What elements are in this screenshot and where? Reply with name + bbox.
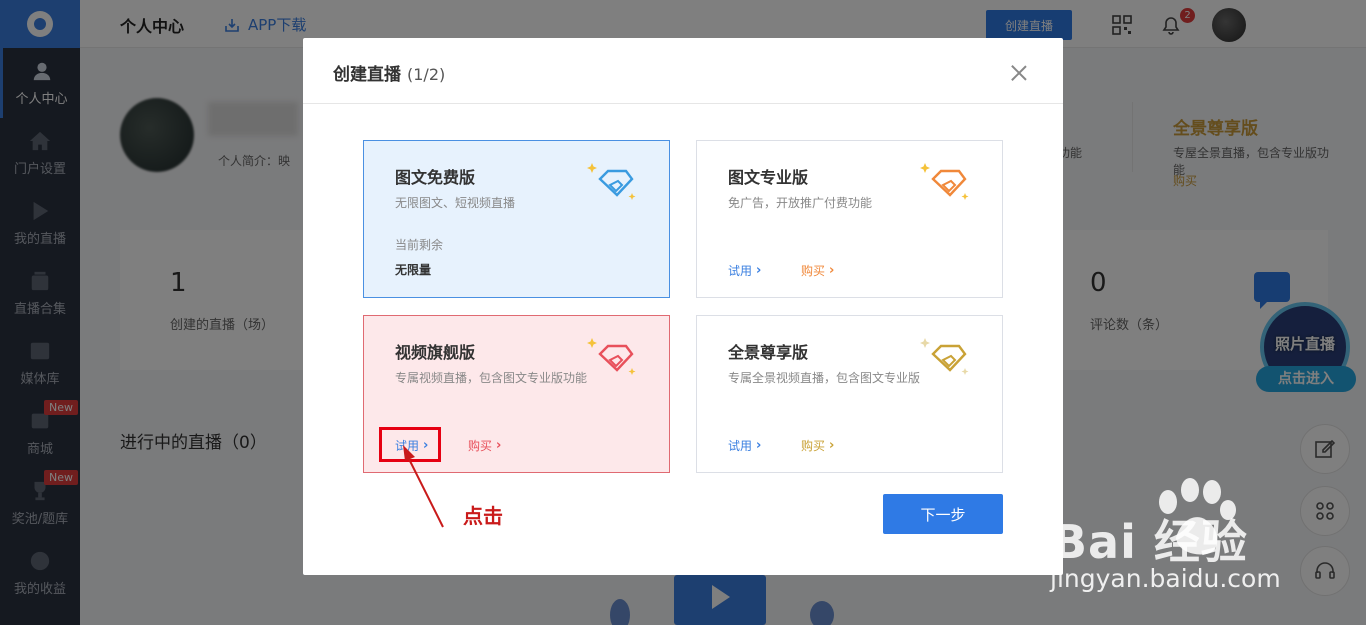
plan-title: 全景尊享版 [728, 343, 809, 362]
plan-card-pro[interactable]: 图文专业版 免广告，开放推广付费功能 试用 › 购买 › [696, 140, 1003, 298]
next-step-button[interactable]: 下一步 [883, 494, 1003, 534]
chevron-right-icon: › [756, 263, 762, 278]
chevron-right-icon: › [496, 438, 502, 453]
buy-label: 购买 [468, 439, 493, 453]
plan-desc: 免广告，开放推广付费功能 [728, 196, 873, 210]
close-icon[interactable] [1011, 65, 1027, 81]
modal-title: 创建直播 (1/2) [333, 60, 445, 85]
diamond-icon [587, 163, 636, 200]
plan-title: 图文免费版 [395, 168, 476, 187]
watermark-url: jingyan.baidu.com [1050, 564, 1281, 593]
baidu-jingyan-watermark: Bai 经验 jingyan.baidu.com [1040, 478, 1350, 608]
modal-header: 创建直播 (1/2) [303, 38, 1063, 104]
watermark-brand: Bai 经验 [1052, 515, 1248, 569]
annotation-label: 点击 [463, 504, 503, 528]
diamond-icon [920, 338, 969, 375]
buy-link[interactable]: 购买 › [801, 437, 834, 454]
annotation-arrow-icon [403, 445, 444, 528]
chevron-right-icon: › [829, 263, 835, 278]
buy-label: 购买 [801, 264, 826, 278]
create-live-modal: 创建直播 (1/2) 图文免费版 无限图文、短视频直播 当前剩余 无限量 图文专业… [303, 38, 1063, 575]
plan-desc: 无限图文、短视频直播 [395, 196, 516, 210]
plan-card-free[interactable]: 图文免费版 无限图文、短视频直播 当前剩余 无限量 [363, 140, 670, 298]
try-label: 试用 [728, 439, 753, 453]
chevron-right-icon: › [756, 438, 762, 453]
modal-title-text: 创建直播 [333, 65, 401, 85]
try-label: 试用 [728, 264, 753, 278]
remain-value: 无限量 [395, 263, 432, 277]
buy-label: 购买 [801, 439, 826, 453]
remain-label: 当前剩余 [395, 238, 444, 252]
try-link[interactable]: 试用 › [728, 437, 761, 454]
modal-step: (1/2) [407, 65, 446, 84]
buy-link[interactable]: 购买 › [801, 262, 834, 279]
plan-title: 图文专业版 [728, 168, 809, 187]
chevron-right-icon: › [829, 438, 835, 453]
plan-desc: 专属全景视频直播，包含图文专业版 [728, 371, 921, 385]
diamond-icon [920, 163, 969, 200]
buy-link[interactable]: 购买 › [468, 437, 501, 454]
plan-title: 视频旗舰版 [395, 343, 476, 362]
try-link[interactable]: 试用 › [728, 262, 761, 279]
plan-card-panorama[interactable]: 全景尊享版 专属全景视频直播，包含图文专业版 试用 › 购买 › [696, 315, 1003, 473]
plan-desc: 专属视频直播，包含图文专业版功能 [395, 371, 588, 385]
diamond-icon [587, 338, 636, 375]
